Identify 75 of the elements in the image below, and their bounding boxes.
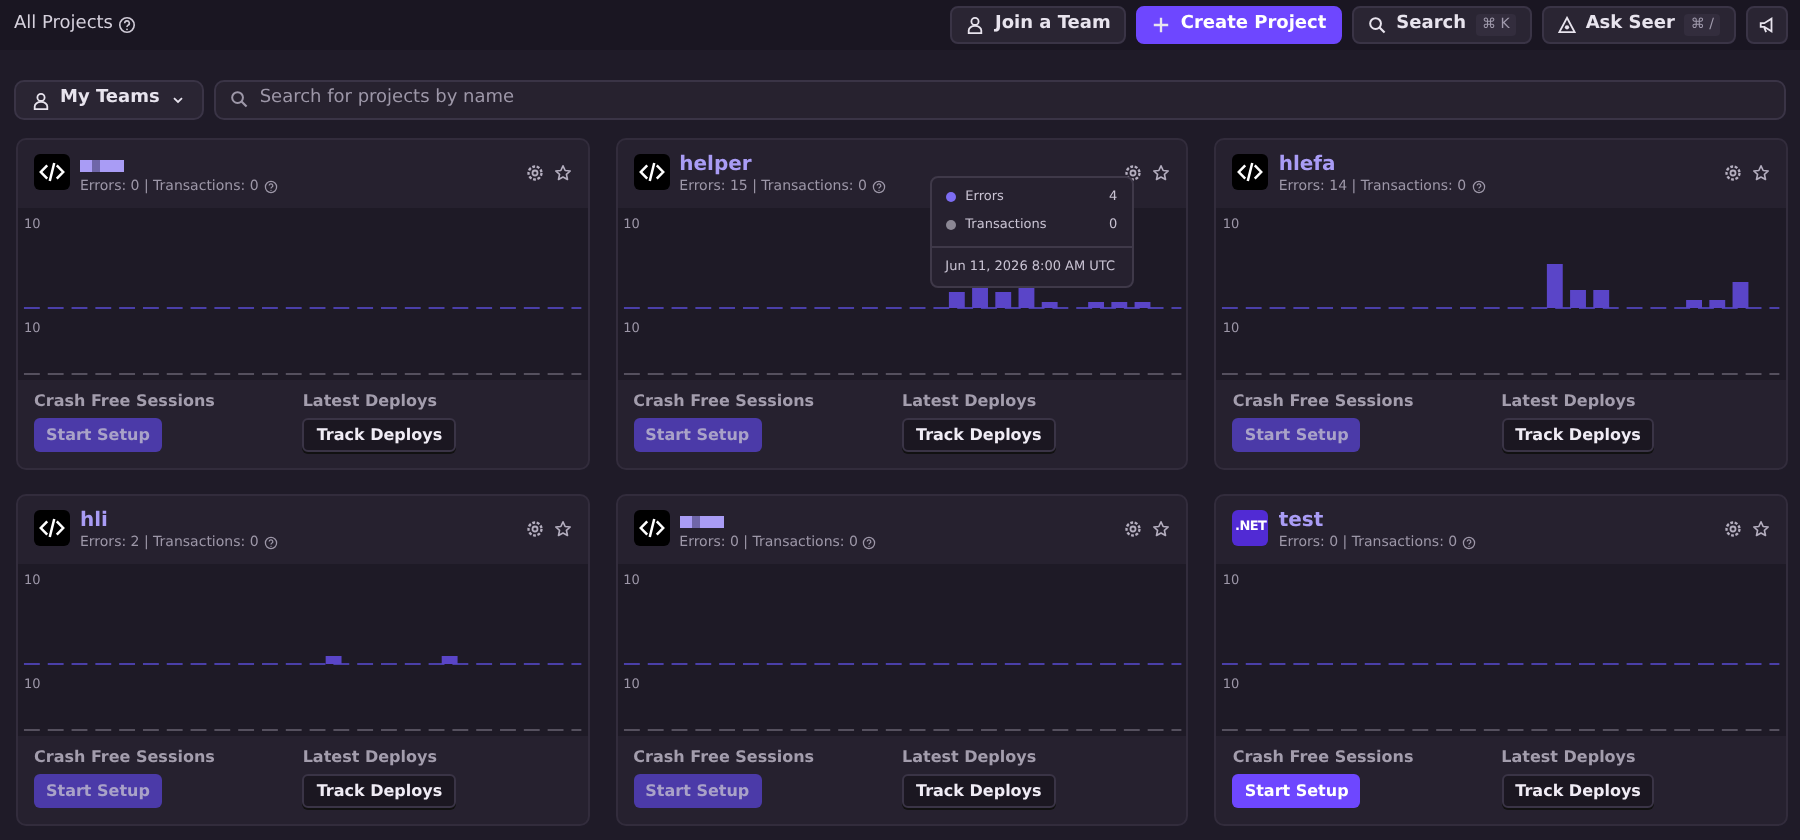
search-icon xyxy=(1368,16,1387,34)
help-icon xyxy=(263,535,278,549)
help-icon xyxy=(1462,535,1477,549)
settings-icon xyxy=(1124,520,1143,539)
track-deploys-button[interactable]: Track Deploys xyxy=(1501,774,1655,808)
section-label: Crash Free Sessions xyxy=(34,390,217,414)
section-label: Latest Deploys xyxy=(302,746,439,770)
section-label: Crash Free Sessions xyxy=(1232,746,1416,770)
chart-bar xyxy=(1133,302,1150,308)
star-icon xyxy=(553,164,572,183)
track-deploys-button[interactable]: Track Deploys xyxy=(902,418,1056,452)
chart-bar xyxy=(325,656,342,664)
chevron-icon xyxy=(169,92,186,108)
section-label: Latest Deploys xyxy=(902,390,1039,414)
track-deploys-button[interactable]: Track Deploys xyxy=(902,774,1056,808)
platform-icon xyxy=(633,154,670,190)
chart-bar xyxy=(1547,264,1564,308)
settings-icon xyxy=(525,164,544,183)
platform-icon xyxy=(34,154,70,190)
platform-icon xyxy=(633,510,670,546)
help-icon xyxy=(263,179,278,193)
star-icon xyxy=(1751,164,1770,183)
project-name[interactable]: hlefa xyxy=(1278,154,1714,176)
help-icon xyxy=(118,16,136,34)
section-label: Crash Free Sessions xyxy=(1232,390,1416,414)
user-icon xyxy=(966,16,985,34)
chart-bar xyxy=(994,292,1011,308)
section-label: Latest Deploys xyxy=(302,390,439,414)
header-button[interactable]: Create Project xyxy=(1136,6,1343,44)
start-setup-button[interactable]: Start Setup xyxy=(1232,774,1361,808)
help-icon xyxy=(862,535,877,549)
user-icon xyxy=(32,91,50,109)
settings-icon xyxy=(1723,520,1742,539)
star-icon xyxy=(1152,520,1171,539)
star-icon xyxy=(553,520,572,539)
chart-bar xyxy=(1041,302,1057,308)
help-icon xyxy=(871,179,886,193)
chart-bar xyxy=(1570,290,1587,308)
megaphone-icon xyxy=(1758,16,1776,34)
track-deploys-button[interactable]: Track Deploys xyxy=(1501,418,1655,452)
settings-icon xyxy=(1124,164,1143,183)
section-label: Latest Deploys xyxy=(1501,390,1638,414)
settings-icon xyxy=(1723,164,1742,183)
help-icon xyxy=(1471,179,1486,193)
section-label: Crash Free Sessions xyxy=(633,746,817,770)
chart-bar xyxy=(1686,300,1703,308)
section-label: Crash Free Sessions xyxy=(633,390,817,414)
project-name[interactable]: test xyxy=(1278,510,1714,532)
star-icon xyxy=(1751,520,1770,539)
search-icon xyxy=(229,90,248,108)
settings-icon xyxy=(525,520,544,539)
project-name[interactable]: helper xyxy=(679,154,1115,176)
chart-bar xyxy=(948,292,965,308)
track-deploys-button[interactable]: Track Deploys xyxy=(302,418,457,452)
section-label: Latest Deploys xyxy=(902,746,1039,770)
track-deploys-button[interactable]: Track Deploys xyxy=(302,774,457,808)
chart-bar xyxy=(1593,290,1610,308)
page-title: All Projects xyxy=(14,11,113,38)
platform-icon xyxy=(34,510,70,546)
project-name[interactable]: hli xyxy=(80,510,516,532)
chart-bar xyxy=(441,656,458,664)
plus-icon xyxy=(1152,16,1171,34)
team-dropdown[interactable]: My Teams xyxy=(14,80,204,120)
chart-bar xyxy=(1087,302,1104,308)
star-icon xyxy=(1152,164,1171,183)
header-button[interactable]: Join a Team xyxy=(950,6,1127,44)
section-label: Crash Free Sessions xyxy=(34,746,217,770)
search-field[interactable]: Search for projects by name xyxy=(213,80,1786,120)
feedback-button[interactable] xyxy=(1746,6,1788,44)
chart-bar xyxy=(1710,300,1726,308)
triangle-eye-icon xyxy=(1557,16,1576,34)
chart-bar xyxy=(1733,282,1750,308)
section-label: Latest Deploys xyxy=(1501,746,1638,770)
platform-icon xyxy=(1232,154,1269,190)
chart-bar xyxy=(1110,302,1127,308)
